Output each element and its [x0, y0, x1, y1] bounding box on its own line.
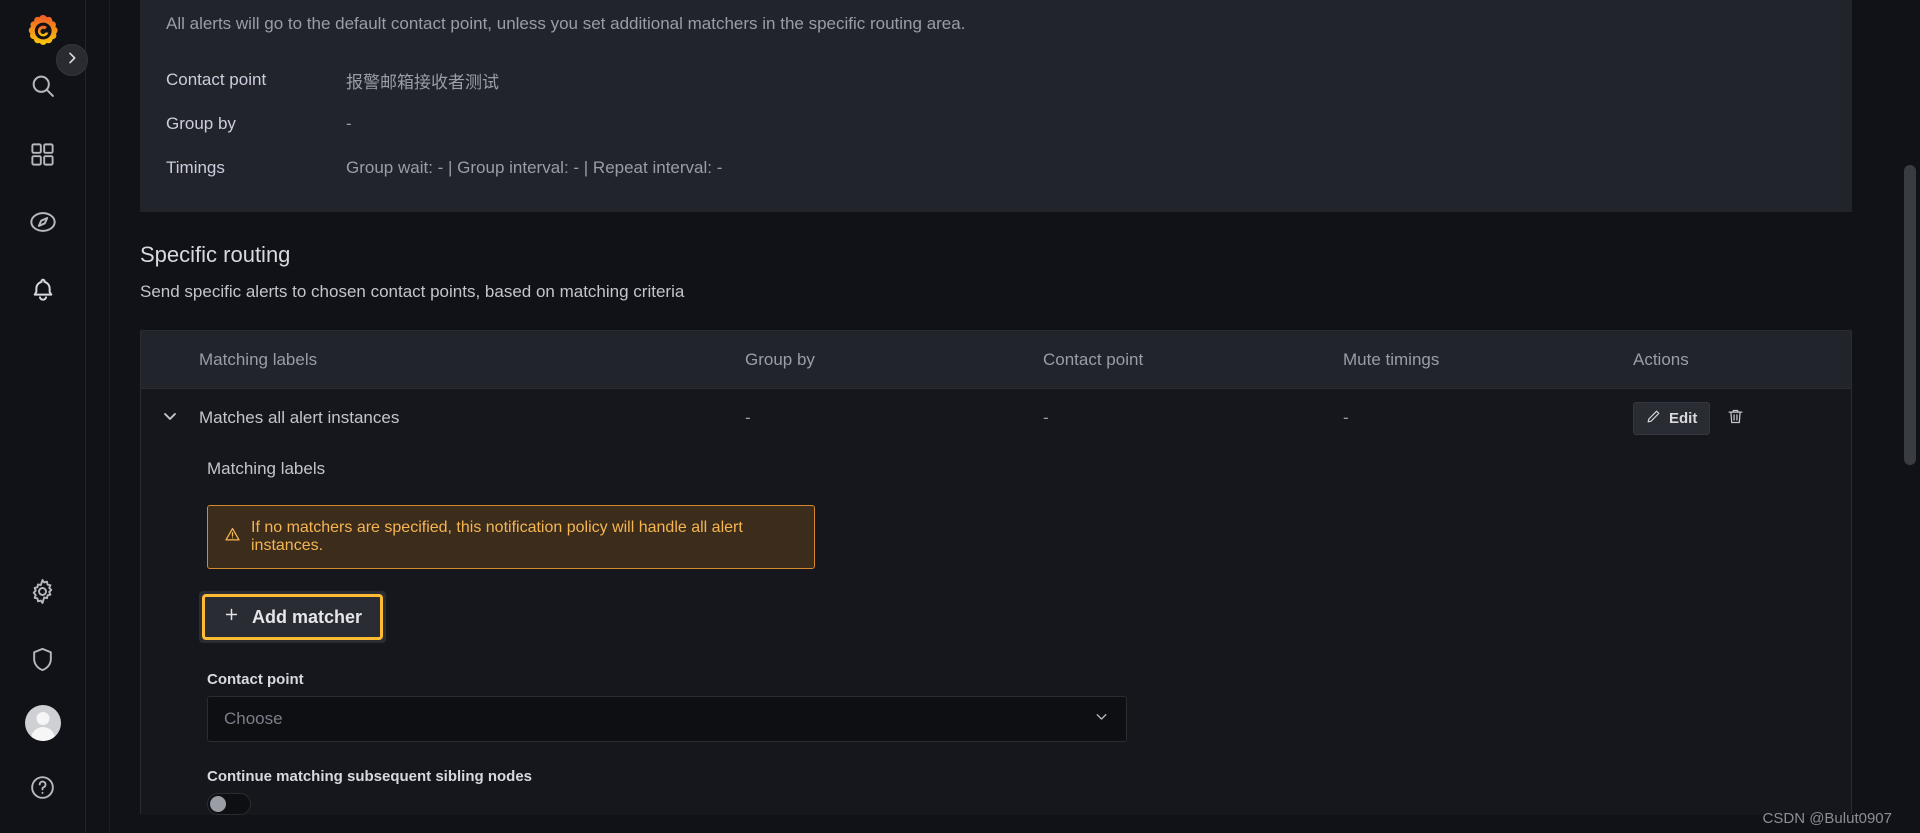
grafana-app-root: All alerts will go to the default contac…: [0, 0, 1920, 833]
continue-matching-label: Continue matching subsequent sibling nod…: [207, 768, 1851, 785]
sidebar-item-server-admin[interactable]: [15, 631, 71, 687]
edit-button-label: Edit: [1669, 410, 1697, 427]
contact-point-select-placeholder: Choose: [224, 709, 283, 729]
continue-matching-toggle[interactable]: [207, 793, 251, 815]
default-policy-contact-point-value: 报警邮箱接收者测试: [346, 68, 499, 93]
default-policy-timings-key: Timings: [166, 158, 346, 178]
matching-labels-label: Matching labels: [199, 451, 1851, 479]
compass-icon: [29, 208, 57, 236]
edit-button[interactable]: Edit: [1633, 402, 1710, 435]
default-policy-group-by-key: Group by: [166, 114, 346, 134]
notification-policies-page: All alerts will go to the default contac…: [110, 0, 1920, 833]
search-icon: [29, 72, 57, 100]
sidebar-item-help[interactable]: [15, 759, 71, 815]
sidebar-item-alerting[interactable]: [15, 262, 71, 318]
column-header-contact-point: Contact point: [1043, 350, 1343, 370]
default-policy-timings-row: Timings Group wait: - | Group interval: …: [140, 146, 1852, 190]
row-group-by: -: [745, 408, 1043, 428]
toggle-knob: [210, 796, 226, 812]
pencil-icon: [1646, 409, 1661, 428]
question-circle-icon: [29, 774, 56, 801]
left-nav-sidebar: [0, 0, 86, 833]
apps-grid-icon: [29, 141, 56, 168]
row-expanded-form: Matching labels If no matchers are speci…: [141, 447, 1851, 815]
default-policy-contact-point-row: Contact point 报警邮箱接收者测试: [140, 58, 1852, 102]
scrollbar-thumb[interactable]: [1904, 165, 1916, 465]
sidebar-item-dashboards[interactable]: [15, 126, 71, 182]
chevron-right-icon: [64, 50, 80, 71]
watermark-text: CSDN @Bulut0907: [1763, 810, 1892, 827]
nav-rail-divider: [86, 0, 110, 833]
gear-icon: [29, 578, 56, 605]
warning-triangle-icon: [224, 526, 241, 548]
column-header-matching-labels: Matching labels: [141, 350, 745, 370]
default-policy-timings-value: Group wait: - | Group interval: - | Repe…: [346, 158, 722, 178]
contact-point-select[interactable]: Choose: [207, 696, 1127, 742]
shield-icon: [29, 646, 56, 673]
trash-icon: [1726, 407, 1745, 429]
table-header-row: Matching labels Group by Contact point M…: [141, 331, 1851, 389]
sidebar-item-configuration[interactable]: [15, 563, 71, 619]
default-policy-group-by-row: Group by -: [140, 102, 1852, 146]
table-row[interactable]: Matches all alert instances - - - Edit: [141, 389, 1851, 447]
row-contact-point: -: [1043, 408, 1343, 428]
column-header-actions: Actions: [1633, 350, 1851, 370]
default-policy-description: All alerts will go to the default contac…: [140, 12, 1852, 58]
chevron-down-icon: [160, 406, 180, 431]
default-policy-group-by-value: -: [346, 114, 352, 134]
specific-routing-title: Specific routing: [140, 242, 1890, 268]
bell-icon: [29, 276, 57, 304]
specific-routing-table: Matching labels Group by Contact point M…: [140, 330, 1852, 815]
dock-menu-toggle-button[interactable]: [56, 44, 88, 76]
row-matching-labels: Matches all alert instances: [199, 408, 745, 428]
add-matcher-wrapper: Add matcher: [199, 591, 386, 643]
delete-button[interactable]: [1720, 403, 1751, 433]
add-matcher-button[interactable]: Add matcher: [202, 594, 383, 640]
add-matcher-label: Add matcher: [252, 607, 362, 628]
contact-point-field-label: Contact point: [207, 671, 1851, 688]
specific-routing-section: Specific routing Send specific alerts to…: [110, 212, 1920, 302]
default-policy-panel: All alerts will go to the default contac…: [140, 0, 1852, 212]
column-header-mute-timings: Mute timings: [1343, 350, 1633, 370]
grafana-logo-icon[interactable]: [22, 10, 64, 52]
row-mute-timings: -: [1343, 408, 1633, 428]
avatar[interactable]: [25, 705, 61, 741]
no-matchers-warning-text: If no matchers are specified, this notif…: [251, 519, 798, 555]
sidebar-item-explore[interactable]: [15, 194, 71, 250]
chevron-down-icon: [1093, 708, 1110, 730]
row-actions-cell: Edit: [1633, 402, 1851, 435]
default-policy-contact-point-key: Contact point: [166, 70, 346, 90]
specific-routing-subtitle: Send specific alerts to chosen contact p…: [140, 282, 1890, 302]
plus-icon: [223, 606, 240, 628]
sidebar-bottom-group: [15, 557, 71, 821]
row-expand-toggle[interactable]: [141, 406, 199, 431]
no-matchers-warning: If no matchers are specified, this notif…: [207, 505, 815, 569]
column-header-group-by: Group by: [745, 350, 1043, 370]
